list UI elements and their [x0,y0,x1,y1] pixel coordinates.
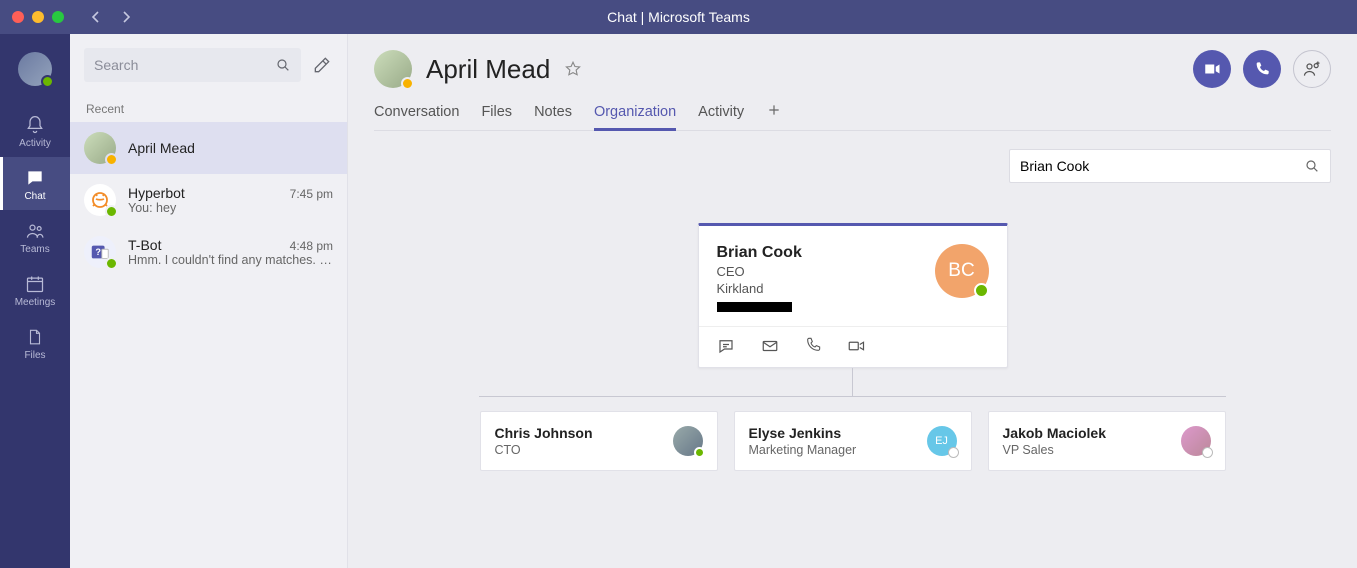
report-role: CTO [495,443,593,457]
chat-icon [24,167,46,189]
compose-button[interactable] [311,52,333,78]
report-role: Marketing Manager [749,443,857,457]
tab-organization[interactable]: Organization [594,98,676,130]
app-rail: Activity Chat Teams Meetings Files [0,34,70,568]
tab-notes[interactable]: Notes [534,98,572,130]
rail-chat[interactable]: Chat [0,157,70,210]
svg-text:?: ? [95,247,101,257]
tab-files[interactable]: Files [481,98,512,130]
presence-offline-icon [948,447,959,458]
presence-away-icon [105,153,118,166]
chat-title: April Mead [426,54,550,85]
presence-away-icon [401,77,414,90]
add-tab-button[interactable] [766,102,782,126]
report-name: Jakob Maciolek [1003,425,1107,441]
teams-icon [24,220,46,242]
presence-available-icon [41,75,54,88]
rail-meetings[interactable]: Meetings [0,263,70,316]
bell-icon [24,114,46,136]
titlebar: Chat | Microsoft Teams [0,0,1357,34]
org-divider [479,396,1226,397]
me-avatar[interactable] [18,52,52,86]
avatar-initials: EJ [935,435,948,447]
window-close-button[interactable] [12,11,24,23]
avatar [84,184,116,216]
video-call-button[interactable] [1193,50,1231,88]
avatar: ? [84,236,116,268]
chat-item-tbot[interactable]: ? T-Bot 4:48 pm Hmm. I couldn't find any… [70,226,347,278]
manager-location: Kirkland [717,281,802,296]
manager-name: Brian Cook [717,244,802,262]
report-card-jakob-maciolek[interactable]: Jakob Maciolek VP Sales [988,411,1226,471]
favorite-button[interactable] [564,60,582,78]
report-card-chris-johnson[interactable]: Chris Johnson CTO [480,411,718,471]
file-icon [24,326,46,348]
chat-item-name: April Mead [128,140,195,156]
audio-call-button[interactable] [1243,50,1281,88]
tab-activity[interactable]: Activity [698,98,744,130]
chat-item-april-mead[interactable]: April Mead [70,122,347,174]
report-name: Chris Johnson [495,425,593,441]
chat-item-time: 4:48 pm [290,239,333,253]
report-name: Elyse Jenkins [749,425,857,441]
nav-back-button[interactable] [88,9,104,25]
redacted-field [717,302,792,312]
calendar-icon [24,273,46,295]
presence-offline-icon [1202,447,1213,458]
org-connector [852,368,853,396]
window-zoom-button[interactable] [52,11,64,23]
chat-action-icon[interactable] [717,337,735,355]
report-role: VP Sales [1003,443,1107,457]
window-title: Chat | Microsoft Teams [607,9,750,25]
search-icon [275,57,291,73]
chat-list-panel: Recent April Mead Hyperbot 7:4 [70,34,348,568]
presence-available-icon [694,447,705,458]
manager-role: CEO [717,264,802,279]
rail-teams[interactable]: Teams [0,210,70,263]
chatlist-section-recent: Recent [70,92,347,122]
manager-avatar: BC [935,244,989,298]
avatar [673,426,703,456]
chat-item-name: Hyperbot [128,185,185,201]
add-people-button[interactable] [1293,50,1331,88]
chat-search-input[interactable] [94,57,275,73]
chat-item-name: T-Bot [128,237,161,253]
avatar [84,132,116,164]
manager-initials: BC [948,260,974,282]
org-search-input[interactable] [1020,158,1304,174]
chat-item-preview: Hmm. I couldn't find any matches. C… [128,253,333,267]
rail-files[interactable]: Files [0,316,70,369]
window-minimize-button[interactable] [32,11,44,23]
avatar [1181,426,1211,456]
avatar: EJ [927,426,957,456]
org-search[interactable] [1009,149,1331,183]
presence-available-icon [105,205,118,218]
rail-files-label: Files [24,350,45,361]
manager-card[interactable]: Brian Cook CEO Kirkland BC [698,223,1008,368]
mail-action-icon[interactable] [761,337,779,355]
report-card-elyse-jenkins[interactable]: Elyse Jenkins Marketing Manager EJ [734,411,972,471]
chat-search[interactable] [84,48,301,82]
rail-activity[interactable]: Activity [0,104,70,157]
rail-chat-label: Chat [24,191,45,202]
nav-forward-button[interactable] [118,9,134,25]
rail-teams-label: Teams [20,244,49,255]
rail-meetings-label: Meetings [15,297,56,308]
video-action-icon[interactable] [847,337,865,355]
call-action-icon[interactable] [805,337,821,355]
main-content: April Mead [348,34,1357,568]
chat-header-avatar [374,50,412,88]
tab-conversation[interactable]: Conversation [374,98,459,130]
chat-item-hyperbot[interactable]: Hyperbot 7:45 pm You: hey [70,174,347,226]
chat-item-time: 7:45 pm [290,187,333,201]
rail-activity-label: Activity [19,138,51,149]
chat-item-preview: You: hey [128,201,333,215]
presence-available-icon [974,283,989,298]
presence-available-icon [105,257,118,270]
search-icon [1304,158,1320,174]
